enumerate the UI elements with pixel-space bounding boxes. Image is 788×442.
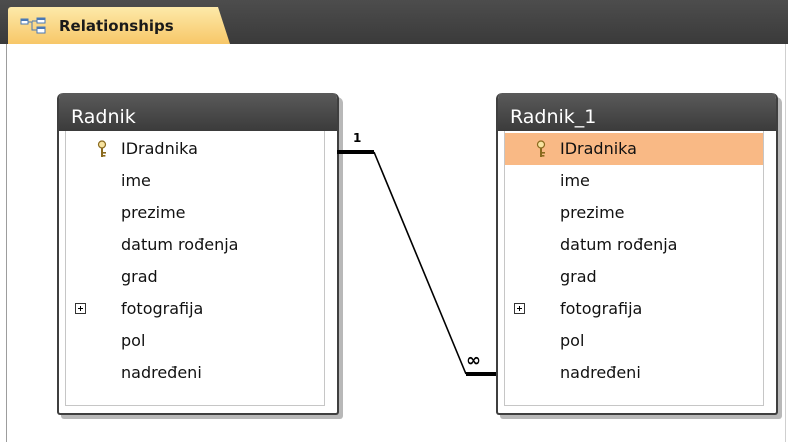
field-row-pol[interactable]: pol [505,325,763,357]
tab-label: Relationships [59,17,174,35]
field-label: nadređeni [121,363,202,382]
field-label: IDradnika [121,139,198,158]
relationship-many-label: ∞ [466,350,481,371]
field-label: prezime [560,203,625,222]
field-label: grad [560,267,597,286]
field-row-fotografija[interactable]: fotografija [66,293,324,325]
table-title[interactable]: Radnik [59,93,337,131]
field-row-grad[interactable]: grad [66,261,324,293]
field-row-idradnika[interactable]: IDradnika [505,133,763,165]
field-row-idradnika[interactable]: IDradnika [66,133,324,165]
tab-relationships[interactable]: Relationships [8,7,230,44]
field-list: IDradnika ime prezime datum rođenja grad… [65,131,325,406]
field-label: pol [121,331,146,350]
table-title[interactable]: Radnik_1 [498,93,776,131]
field-label: fotografija [121,299,204,318]
relationships-icon [20,17,46,34]
field-row-ime[interactable]: ime [505,165,763,197]
field-row-pol[interactable]: pol [66,325,324,357]
document-tab-bar: Relationships [0,0,788,44]
field-label: grad [121,267,158,286]
field-row-nadredeni[interactable]: nadređeni [66,357,324,389]
field-list: IDradnika ime prezime datum rođenja grad… [504,131,764,406]
field-label: prezime [121,203,186,222]
field-label: pol [560,331,585,350]
relationship-one-label: 1 [353,131,362,145]
field-label: datum rođenja [121,235,239,254]
field-row-datum-rodenja[interactable]: datum rođenja [66,229,324,261]
field-row-grad[interactable]: grad [505,261,763,293]
field-row-prezime[interactable]: prezime [66,197,324,229]
field-row-datum-rodenja[interactable]: datum rođenja [505,229,763,261]
primary-key-icon [97,140,107,157]
field-label: datum rođenja [560,235,678,254]
field-label: nadređeni [560,363,641,382]
field-label: IDradnika [560,139,637,158]
expand-plus-icon[interactable] [514,303,525,314]
table-radnik-1[interactable]: Radnik_1 IDradnika ime prezime datum rođ… [496,93,778,415]
primary-key-icon [536,140,546,157]
field-row-ime[interactable]: ime [66,165,324,197]
field-label: ime [121,171,151,190]
expand-plus-icon[interactable] [75,303,86,314]
table-radnik[interactable]: Radnik IDradnika ime prezime datum rođen… [57,93,339,415]
field-row-prezime[interactable]: prezime [505,197,763,229]
field-row-nadredeni[interactable]: nadređeni [505,357,763,389]
field-label: fotografija [560,299,643,318]
field-label: ime [560,171,590,190]
field-row-fotografija[interactable]: fotografija [505,293,763,325]
